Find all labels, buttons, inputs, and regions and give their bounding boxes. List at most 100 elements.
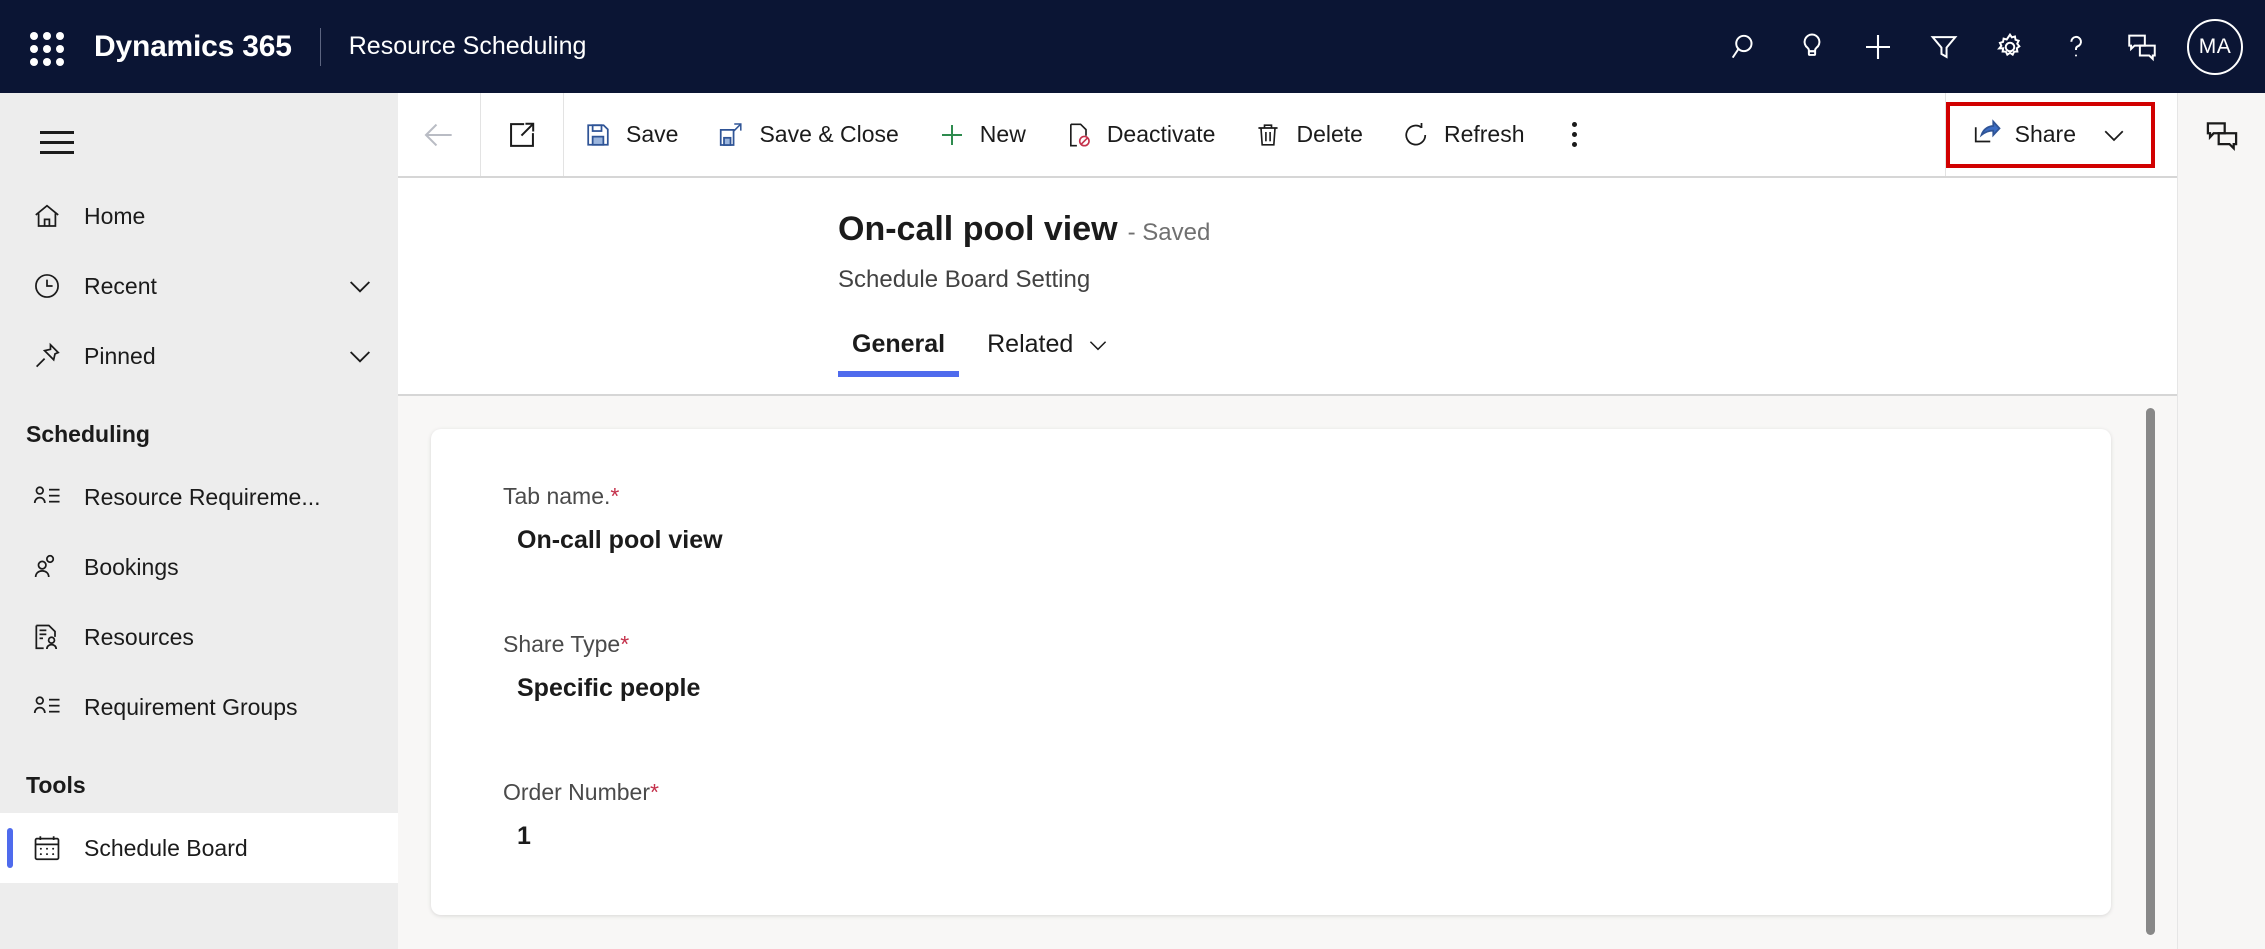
field-share-type: Share Type* Specific people bbox=[503, 631, 700, 703]
required-indicator: * bbox=[610, 483, 620, 509]
field-order-number-value[interactable]: 1 bbox=[503, 822, 659, 851]
field-label-text: Tab name. bbox=[503, 483, 611, 509]
delete-button[interactable]: Delete bbox=[1234, 93, 1381, 176]
feedback-icon[interactable] bbox=[2109, 14, 2175, 80]
field-label-text: Order Number bbox=[503, 779, 650, 805]
chat-assistant-icon[interactable] bbox=[2178, 93, 2265, 178]
save-close-icon bbox=[716, 121, 746, 149]
person-list-icon bbox=[26, 480, 68, 514]
filter-icon[interactable] bbox=[1911, 14, 1977, 80]
sidebar-item-label: Home bbox=[84, 202, 146, 229]
tab-general[interactable]: General bbox=[838, 330, 960, 377]
vertical-scrollbar[interactable] bbox=[2146, 408, 2155, 935]
sidebar-group-scheduling: Scheduling bbox=[26, 421, 150, 447]
app-name[interactable]: Resource Scheduling bbox=[349, 32, 587, 61]
chevron-down-icon[interactable] bbox=[1085, 332, 1111, 358]
search-icon[interactable] bbox=[1713, 14, 1779, 80]
more-options-icon[interactable] bbox=[1544, 93, 1606, 176]
page-title: On-call pool view - Saved bbox=[838, 210, 1210, 249]
save-icon bbox=[583, 121, 613, 149]
avatar[interactable]: MA bbox=[2187, 18, 2243, 75]
refresh-label: Refresh bbox=[1443, 121, 1525, 147]
new-label: New bbox=[979, 121, 1026, 147]
sidebar-item-bookings[interactable]: Bookings bbox=[0, 532, 398, 602]
record-name: On-call pool view bbox=[838, 210, 1118, 248]
pin-icon bbox=[26, 339, 68, 373]
brand-title[interactable]: Dynamics 365 bbox=[94, 30, 292, 64]
hamburger-icon[interactable] bbox=[18, 103, 96, 181]
share-button[interactable]: Share bbox=[1945, 101, 2155, 168]
record-save-state: - Saved bbox=[1127, 219, 1211, 246]
gear-icon[interactable] bbox=[1977, 14, 2043, 80]
chevron-down-icon[interactable] bbox=[344, 270, 376, 302]
share-icon bbox=[1972, 117, 2002, 153]
tab-general-label: General bbox=[852, 330, 946, 358]
sidebar-item-home[interactable]: Home bbox=[0, 181, 398, 251]
document-person-icon bbox=[26, 620, 68, 654]
deactivate-button[interactable]: Deactivate bbox=[1045, 93, 1235, 176]
question-icon[interactable] bbox=[2043, 14, 2109, 80]
save-and-close-label: Save & Close bbox=[759, 121, 899, 147]
app-launcher-icon[interactable] bbox=[22, 24, 68, 70]
sidebar-item-label: Pinned bbox=[84, 342, 156, 369]
refresh-icon bbox=[1401, 120, 1431, 150]
sidebar-item-label: Resources bbox=[84, 623, 194, 650]
command-bar: Save Save & Close New Deactivate Delete … bbox=[398, 93, 2177, 178]
top-bar-actions: MA bbox=[1713, 0, 2265, 93]
field-order-number: Order Number* 1 bbox=[503, 779, 659, 851]
sidebar-item-label: Schedule Board bbox=[84, 834, 248, 861]
plus-icon bbox=[937, 120, 967, 150]
sidebar-item-label: Recent bbox=[84, 272, 157, 299]
field-order-number-label: Order Number* bbox=[503, 779, 659, 806]
save-button[interactable]: Save bbox=[564, 93, 697, 176]
field-share-type-value[interactable]: Specific people bbox=[503, 674, 700, 703]
brand-separator bbox=[319, 27, 321, 66]
site-map-sidebar: Home Recent Pinned Scheduling Resource R… bbox=[0, 93, 398, 949]
tab-related[interactable]: Related bbox=[973, 330, 1125, 377]
command-bar-right: Share bbox=[1944, 93, 2177, 176]
sidebar-item-label: Bookings bbox=[84, 553, 179, 580]
home-icon bbox=[26, 199, 68, 233]
share-label: Share bbox=[2014, 121, 2076, 147]
sidebar-item-requirement-groups[interactable]: Requirement Groups bbox=[0, 672, 398, 742]
calendar-icon bbox=[26, 831, 68, 865]
entity-name: Schedule Board Setting bbox=[838, 266, 1091, 293]
sidebar-item-label: Resource Requireme... bbox=[84, 483, 321, 510]
people-icon bbox=[26, 550, 68, 584]
chevron-down-icon[interactable] bbox=[2099, 120, 2129, 150]
trash-icon bbox=[1253, 121, 1283, 149]
refresh-button[interactable]: Refresh bbox=[1382, 93, 1544, 176]
person-list-icon bbox=[26, 690, 68, 724]
required-indicator: * bbox=[620, 631, 630, 657]
right-side-pane bbox=[2177, 93, 2265, 949]
clock-icon bbox=[26, 269, 68, 303]
delete-label: Delete bbox=[1296, 121, 1363, 147]
back-arrow-icon[interactable] bbox=[398, 93, 480, 176]
sidebar-item-resource-requirements[interactable]: Resource Requireme... bbox=[0, 462, 398, 532]
plus-icon[interactable] bbox=[1845, 14, 1911, 80]
save-and-close-button[interactable]: Save & Close bbox=[697, 93, 917, 176]
sidebar-group-tools: Tools bbox=[26, 772, 86, 798]
deactivate-label: Deactivate bbox=[1106, 121, 1216, 147]
save-label: Save bbox=[626, 121, 679, 147]
pop-out-icon[interactable] bbox=[481, 93, 563, 176]
field-tab-name-label: Tab name.* bbox=[503, 483, 723, 510]
sidebar-item-pinned[interactable]: Pinned bbox=[0, 321, 398, 391]
top-navigation-bar: Dynamics 365 Resource Scheduling MA bbox=[0, 0, 2265, 93]
field-tab-name-value[interactable]: On-call pool view bbox=[503, 526, 723, 555]
sidebar-item-resources[interactable]: Resources bbox=[0, 602, 398, 672]
field-label-text: Share Type bbox=[503, 631, 621, 657]
field-tab-name: Tab name.* On-call pool view bbox=[503, 483, 723, 555]
required-indicator: * bbox=[649, 779, 659, 805]
chevron-down-icon[interactable] bbox=[344, 340, 376, 372]
form-section-card: Tab name.* On-call pool view Share Type*… bbox=[431, 429, 2111, 915]
lightbulb-icon[interactable] bbox=[1779, 14, 1845, 80]
deactivate-icon bbox=[1064, 121, 1094, 149]
form-tab-list: General Related bbox=[838, 330, 1125, 377]
sidebar-item-recent[interactable]: Recent bbox=[0, 251, 398, 321]
sidebar-item-schedule-board[interactable]: Schedule Board bbox=[0, 813, 398, 883]
sidebar-item-label: Requirement Groups bbox=[84, 693, 298, 720]
tab-related-label: Related bbox=[987, 330, 1074, 358]
new-button[interactable]: New bbox=[918, 93, 1045, 176]
form-header: On-call pool view - Saved Schedule Board… bbox=[398, 178, 2177, 396]
